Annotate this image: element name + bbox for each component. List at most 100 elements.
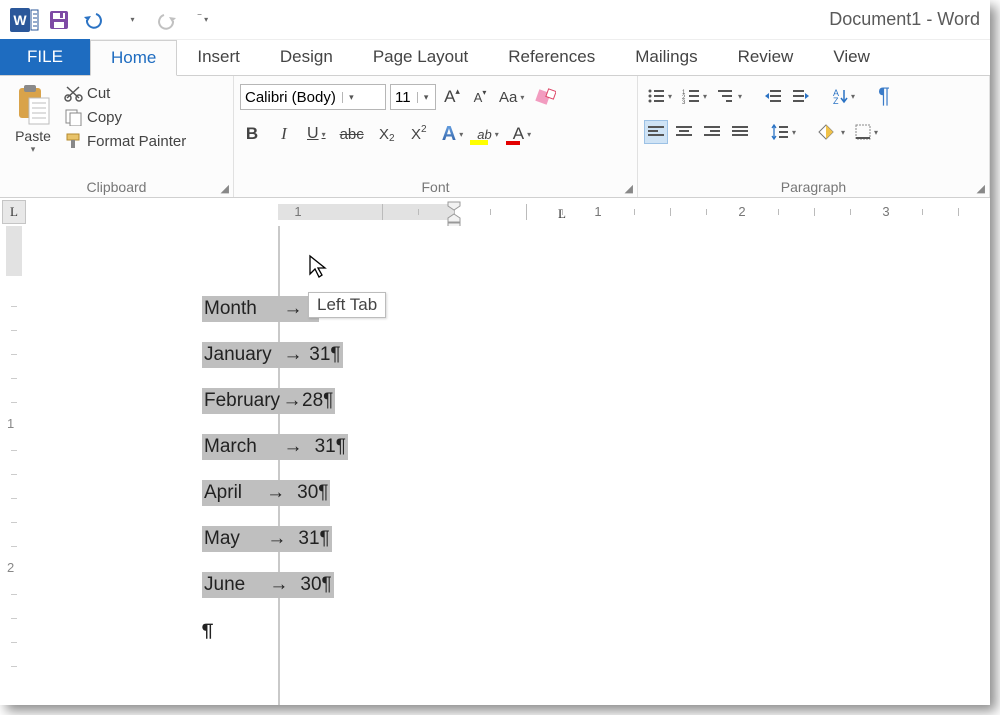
- tab-review[interactable]: Review: [718, 39, 814, 75]
- align-right-button[interactable]: [700, 120, 724, 144]
- multilevel-list-button[interactable]: [714, 84, 745, 108]
- clear-format-button[interactable]: [531, 85, 559, 109]
- svg-text:W: W: [13, 12, 27, 28]
- copy-icon: [64, 108, 84, 126]
- cut-button[interactable]: Cut: [64, 84, 186, 102]
- justify-button[interactable]: [728, 120, 752, 144]
- shrink-font-button[interactable]: A▾: [468, 85, 492, 109]
- paste-button[interactable]: Paste ▾: [6, 80, 60, 155]
- doc-text: 30: [300, 574, 321, 596]
- underline-button[interactable]: U: [304, 122, 329, 146]
- doc-text: June: [204, 574, 252, 596]
- clipboard-group-label: Clipboard: [87, 179, 147, 195]
- title-bar: W ‾ Document1 - Word: [0, 0, 990, 40]
- decrease-indent-button[interactable]: [761, 84, 785, 108]
- highlight-button[interactable]: ab: [474, 122, 501, 146]
- doc-text: Month: [204, 298, 282, 320]
- font-size-value: 11: [391, 89, 417, 106]
- svg-text:3: 3: [682, 100, 686, 104]
- superscript-button[interactable]: X2: [407, 122, 431, 146]
- format-painter-label: Format Painter: [87, 133, 186, 150]
- ribbon-tabs: FILE Home Insert Design Page Layout Refe…: [0, 40, 990, 76]
- bullets-button[interactable]: [644, 84, 675, 108]
- increase-indent-button[interactable]: [789, 84, 813, 108]
- sort-button[interactable]: AZ: [829, 84, 858, 108]
- cut-label: Cut: [87, 85, 110, 102]
- text-effect-button[interactable]: A: [439, 122, 466, 146]
- shading-button[interactable]: [815, 120, 848, 144]
- italic-button[interactable]: I: [272, 122, 296, 146]
- doc-text: April: [204, 482, 254, 504]
- strikethrough-button[interactable]: abc: [337, 122, 367, 146]
- word-app-icon: W: [4, 0, 44, 40]
- font-group-label: Font: [421, 179, 449, 195]
- vertical-ruler[interactable]: 1 2: [2, 226, 26, 705]
- tab-view[interactable]: View: [813, 39, 890, 75]
- document-body[interactable]: Month→ January→ 31¶ February→28¶ March→ …: [202, 286, 348, 654]
- group-paragraph: 123 AZ ¶ Paragraph ◢: [638, 76, 990, 197]
- tab-mailings[interactable]: Mailings: [615, 39, 717, 75]
- tab-stop-marker[interactable]: L: [558, 206, 566, 222]
- paragraph-group-label: Paragraph: [781, 179, 846, 195]
- doc-text: 31: [315, 436, 336, 458]
- save-button[interactable]: [44, 5, 74, 35]
- ruler-mark: 3: [882, 204, 889, 219]
- svg-text:Z: Z: [833, 96, 839, 104]
- font-name-value: Calibri (Body): [241, 89, 342, 106]
- tab-selector[interactable]: L: [2, 200, 26, 224]
- tab-file[interactable]: FILE: [0, 39, 90, 75]
- font-name-combo[interactable]: Calibri (Body)▾: [240, 84, 386, 110]
- tab-page-layout[interactable]: Page Layout: [353, 39, 488, 75]
- ruler-mark: 2: [738, 204, 745, 219]
- align-center-button[interactable]: [672, 120, 696, 144]
- grow-font-button[interactable]: A▴: [440, 85, 464, 109]
- tab-home[interactable]: Home: [90, 40, 177, 76]
- doc-text: March: [204, 436, 282, 458]
- qat-customize[interactable]: ‾: [188, 5, 218, 35]
- font-launcher-icon[interactable]: ◢: [625, 182, 633, 195]
- copy-label: Copy: [87, 109, 122, 126]
- scissors-icon: [64, 84, 84, 102]
- change-case-button[interactable]: Aa: [496, 85, 527, 109]
- ruler-mark: 1: [594, 204, 601, 219]
- document-area[interactable]: 1 2 Month→ January→ 31¶ February→28¶ Mar…: [0, 226, 990, 705]
- bold-button[interactable]: B: [240, 122, 264, 146]
- ruler-mark: 1: [294, 204, 301, 219]
- doc-text: January: [204, 344, 282, 366]
- font-color-button[interactable]: A: [510, 122, 534, 146]
- window-title: Document1 - Word: [829, 9, 986, 30]
- paragraph-launcher-icon[interactable]: ◢: [977, 182, 985, 195]
- show-hide-marks-button[interactable]: ¶: [872, 84, 896, 108]
- line-spacing-button[interactable]: [768, 120, 799, 144]
- hanging-indent-marker[interactable]: [447, 213, 461, 227]
- paste-label: Paste: [15, 128, 51, 144]
- numbering-button[interactable]: 123: [679, 84, 710, 108]
- borders-button[interactable]: [852, 120, 881, 144]
- align-left-button[interactable]: [644, 120, 668, 144]
- tab-references[interactable]: References: [488, 39, 615, 75]
- first-line-indent-marker[interactable]: [447, 201, 461, 209]
- subscript-button[interactable]: X2: [375, 122, 399, 146]
- quick-access-toolbar: ‾: [44, 5, 218, 35]
- doc-text: 31: [298, 528, 319, 550]
- tab-insert[interactable]: Insert: [177, 39, 260, 75]
- paragraph-mark: ¶: [202, 608, 348, 654]
- ribbon: Paste ▾ Cut Copy Format Painter Clipboar…: [0, 76, 990, 198]
- undo-dropdown[interactable]: [116, 5, 146, 35]
- format-painter-button[interactable]: Format Painter: [64, 132, 186, 150]
- format-painter-icon: [64, 132, 84, 150]
- doc-text: 28: [302, 390, 323, 412]
- mouse-cursor-icon: [308, 254, 328, 278]
- group-font: Calibri (Body)▾ 11▾ A▴ A▾ Aa B I U abc X…: [234, 76, 638, 197]
- clipboard-launcher-icon[interactable]: ◢: [221, 182, 229, 195]
- copy-button[interactable]: Copy: [64, 108, 186, 126]
- horizontal-ruler[interactable]: L 1 1 2 3 L: [0, 198, 990, 226]
- vruler-mark: 2: [7, 560, 14, 575]
- redo-button[interactable]: [152, 5, 182, 35]
- undo-button[interactable]: [80, 5, 110, 35]
- tab-design[interactable]: Design: [260, 39, 353, 75]
- group-clipboard: Paste ▾ Cut Copy Format Painter Clipboar…: [0, 76, 234, 197]
- vruler-mark: 1: [7, 416, 14, 431]
- font-size-combo[interactable]: 11▾: [390, 84, 436, 110]
- doc-text: May: [204, 528, 250, 550]
